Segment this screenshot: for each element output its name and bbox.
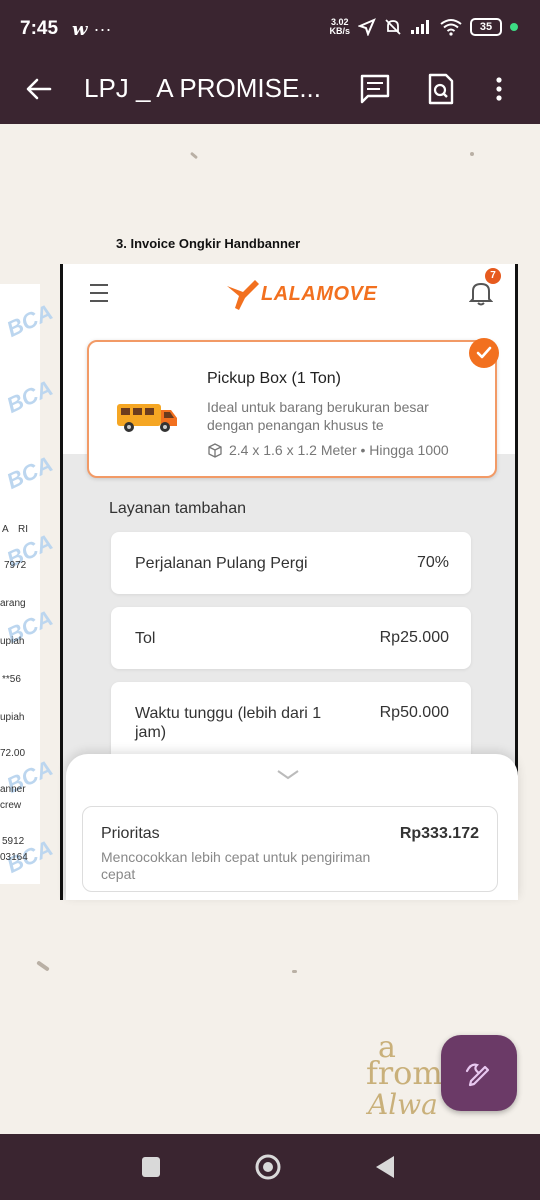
lalamove-logo-icon [227,280,259,310]
vehicle-dimensions-text: 2.4 x 1.6 x 1.2 Meter • Hingga 1000 [229,442,449,458]
bank-watermark: BCA [2,451,57,494]
network-speed-unit: KB/s [329,26,350,36]
lalamove-logo: LALAMOVE [225,278,377,310]
more-notifications-icon: ··· [93,18,112,39]
network-speed: 3.02 KB/s [329,18,350,36]
more-vert-icon[interactable] [492,72,506,106]
home-icon[interactable] [254,1152,282,1182]
additional-services-title: Layanan tambahan [109,500,246,517]
strip-text: RI [18,524,28,535]
service-label: Perjalanan Pulang Pergi [135,555,308,572]
van-icon [117,404,177,432]
search-page-icon[interactable] [424,72,458,106]
strip-text: anner [0,784,26,795]
strip-text: 5912 [2,836,25,847]
paper-speck [36,960,50,972]
vehicle-card: Pickup Box (1 Ton) Ideal untuk barang be… [87,340,497,478]
priority-name: Prioritas [101,825,160,842]
strip-text: 7972 [4,560,27,571]
recent-apps-icon[interactable] [140,1154,162,1180]
service-label: Waktu tunggu (lebih dari 1 jam) [135,705,322,741]
document-page[interactable]: 3. Invoice Ongkir Handbanner BCA BCA BCA… [0,124,540,1134]
navigation-icon [358,18,376,36]
annotate-fab[interactable] [441,1035,517,1111]
strip-text: 72.00 [0,748,26,759]
strip-text: arang [0,598,26,609]
chevron-down-icon [277,770,299,780]
document-title: LPJ _ A PROMISE... [84,73,321,103]
app-bar: LPJ _ A PROMISE... [0,58,540,124]
strip-text: upiah [0,636,25,647]
notification-badge: 7 [485,268,501,284]
selected-check-icon [469,338,499,368]
priority-description: Mencocokkan lebih cepat untuk pengiriman… [101,849,371,882]
strip-text: 03164 [0,852,28,863]
vehicle-name: Pickup Box (1 Ton) [207,370,341,387]
status-icons: 3.02 KB/s 35 [329,18,518,36]
strip-text: upiah [0,712,25,723]
priority-option: Prioritas Rp333.172 Mencocokkan lebih ce… [82,806,498,892]
status-bar: 7:45 w ··· 3.02 KB/s 35 [0,0,540,58]
back-arrow-icon[interactable] [24,74,54,104]
service-item: Perjalanan Pulang Pergi 70% [111,532,471,594]
bank-watermark: BCA [2,375,57,418]
service-item: Waktu tunggu (lebih dari 1 jam) Rp50.000 [111,682,471,762]
watermark-line: Alwa [368,1088,438,1121]
service-price: Rp25.000 [379,629,449,646]
box-icon [208,443,222,458]
service-item: Tol Rp25.000 [111,607,471,669]
wifi-icon [440,19,462,36]
battery-icon: 35 [470,18,502,36]
status-time: 7:45 [20,18,59,39]
comment-icon[interactable] [358,72,392,106]
bank-watermark: BCA [2,299,57,342]
paper-speck [470,152,474,156]
priority-price: Rp333.172 [399,825,479,842]
strip-text: crew [0,800,22,811]
signal-icon [411,20,429,34]
app-notification-icon: w [72,18,88,40]
service-price: 70% [416,554,449,571]
left-cropped-image: BCA BCA BCA BCA BCA BCA BCA A RI 7972 ar… [0,284,57,884]
privacy-dot-icon [510,23,518,31]
mute-icon [385,19,401,35]
system-nav-bar [0,1134,540,1200]
edit-pen-icon [465,1063,490,1087]
hamburger-menu-icon [90,284,108,302]
vehicle-description: Ideal untuk barang berukuran besar denga… [207,399,429,433]
logo-text: LALAMOVE [261,282,378,305]
document-heading: 3. Invoice Ongkir Handbanner [116,236,301,251]
watermark-line: from [366,1054,443,1092]
strip-text: **56 [2,674,21,685]
notification-bell-icon [469,282,493,306]
paper-speck [189,151,199,160]
service-price: Rp50.000 [379,704,449,721]
strip-text: A [2,524,9,535]
service-label: Tol [135,630,156,647]
vehicle-dimensions: 2.4 x 1.6 x 1.2 Meter • Hingga 1000 [207,442,449,458]
back-icon[interactable] [374,1154,396,1180]
paper-speck [292,970,297,973]
